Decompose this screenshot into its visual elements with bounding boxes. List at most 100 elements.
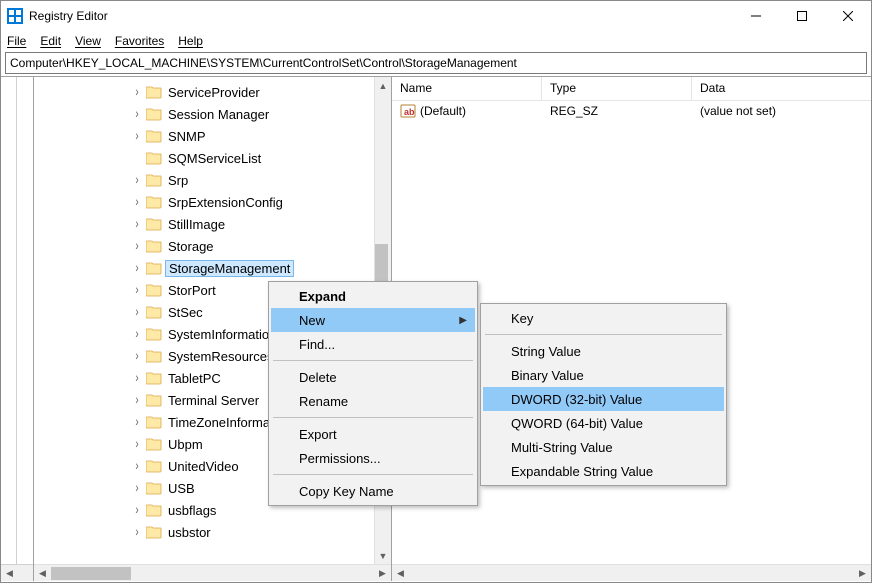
separator (273, 417, 473, 418)
folder-icon (146, 283, 162, 297)
tree-item[interactable]: ›usbstor (34, 521, 374, 543)
menu-file[interactable]: File (7, 34, 26, 48)
tree-item-label: SrpExtensionConfig (166, 195, 285, 210)
folder-icon (146, 173, 162, 187)
tree-item-label: USB (166, 481, 197, 496)
new-expandable-string[interactable]: Expandable String Value (483, 459, 724, 483)
folder-icon (146, 503, 162, 517)
tree-item[interactable]: › StorageManagement (34, 257, 374, 279)
window-title: Registry Editor (29, 9, 108, 23)
expand-chevron-icon[interactable]: › (130, 326, 144, 341)
col-header-data[interactable]: Data (692, 77, 871, 100)
ctx-expand[interactable]: Expand (271, 284, 475, 308)
expand-chevron-icon[interactable]: › (130, 370, 144, 385)
scrollbar-thumb[interactable] (51, 567, 131, 580)
ctx-copy-key-name[interactable]: Copy Key Name (271, 479, 475, 503)
expand-chevron-icon[interactable]: › (130, 436, 144, 451)
new-string[interactable]: String Value (483, 339, 724, 363)
ctx-new[interactable]: New ▶ (271, 308, 475, 332)
tree-item-label: Ubpm (166, 437, 205, 452)
scroll-right-icon[interactable]: ▶ (854, 565, 871, 581)
ctx-find[interactable]: Find... (271, 332, 475, 356)
list-scrollbar-horizontal[interactable]: ◀ ▶ (392, 564, 871, 581)
close-button[interactable] (825, 1, 871, 31)
new-key[interactable]: Key (483, 306, 724, 330)
tree-item[interactable]: › ServiceProvider (34, 81, 374, 103)
expand-chevron-icon[interactable]: › (130, 348, 144, 363)
ctx-rename[interactable]: Rename (271, 389, 475, 413)
new-multi-string[interactable]: Multi-String Value (483, 435, 724, 459)
folder-icon (146, 85, 162, 99)
separator (273, 360, 473, 361)
value-type: REG_SZ (542, 104, 692, 118)
tree-item[interactable]: ›StillImage (34, 213, 374, 235)
col-header-type[interactable]: Type (542, 77, 692, 100)
expand-chevron-icon[interactable]: › (130, 524, 144, 539)
new-qword[interactable]: QWORD (64-bit) Value (483, 411, 724, 435)
address-text: Computer\HKEY_LOCAL_MACHINE\SYSTEM\Curre… (10, 56, 517, 70)
col-header-name[interactable]: Name (392, 77, 542, 100)
expand-chevron-icon[interactable]: › (130, 414, 144, 429)
submenu-arrow-icon: ▶ (459, 315, 467, 326)
expand-chevron-icon[interactable]: › (130, 282, 144, 297)
tree-item-label: ServiceProvider (166, 85, 262, 100)
expand-chevron-icon[interactable]: › (130, 260, 144, 275)
expand-chevron-icon[interactable]: › (130, 194, 144, 209)
expand-chevron-icon[interactable]: › (130, 84, 144, 99)
ctx-new-label: New (299, 313, 325, 328)
tree-item[interactable]: › Storage (34, 235, 374, 257)
folder-icon (146, 305, 162, 319)
expand-chevron-icon[interactable]: › (130, 238, 144, 253)
expand-chevron-icon[interactable]: › (130, 106, 144, 121)
folder-icon (146, 349, 162, 363)
expand-chevron-icon[interactable]: › (130, 502, 144, 517)
expand-chevron-icon[interactable]: › (130, 304, 144, 319)
tree-item-label: StSec (166, 305, 205, 320)
ctx-delete[interactable]: Delete (271, 365, 475, 389)
folder-icon (146, 327, 162, 341)
folder-icon (146, 371, 162, 385)
maximize-button[interactable] (779, 1, 825, 31)
folder-icon (146, 393, 162, 407)
address-bar[interactable]: Computer\HKEY_LOCAL_MACHINE\SYSTEM\Curre… (5, 52, 867, 74)
regedit-icon (7, 8, 23, 24)
folder-icon (146, 459, 162, 473)
scroll-right-icon[interactable]: ▶ (374, 565, 391, 581)
scroll-left-icon[interactable]: ◀ (1, 565, 18, 581)
ctx-export[interactable]: Export (271, 422, 475, 446)
tree-item[interactable]: ›SNMP (34, 125, 374, 147)
list-row[interactable]: ab (Default) REG_SZ (value not set) (392, 101, 871, 121)
tree-item[interactable]: ›Srp (34, 169, 374, 191)
scroll-down-icon[interactable]: ▼ (375, 547, 391, 564)
new-dword[interactable]: DWORD (32-bit) Value (483, 387, 724, 411)
minimize-button[interactable] (733, 1, 779, 31)
tree-item-label: StorageManagement (165, 260, 294, 277)
new-binary[interactable]: Binary Value (483, 363, 724, 387)
ctx-permissions[interactable]: Permissions... (271, 446, 475, 470)
folder-icon (146, 525, 162, 539)
expand-chevron-icon[interactable]: › (130, 458, 144, 473)
menu-favorites[interactable]: Favorites (115, 34, 164, 48)
folder-icon (146, 437, 162, 451)
scroll-left-icon[interactable]: ◀ (392, 565, 409, 581)
tree-item-label: UnitedVideo (166, 459, 241, 474)
scroll-left-icon[interactable]: ◀ (34, 565, 51, 581)
separator (485, 334, 722, 335)
tree-item[interactable]: › SrpExtensionConfig (34, 191, 374, 213)
menu-help[interactable]: Help (178, 34, 203, 48)
menu-edit[interactable]: Edit (40, 34, 61, 48)
expand-chevron-icon[interactable]: › (130, 172, 144, 187)
scroll-up-icon[interactable]: ▲ (375, 77, 391, 94)
expand-chevron-icon[interactable]: › (130, 216, 144, 231)
expand-chevron-icon[interactable]: › (130, 480, 144, 495)
gutter-scroll-h[interactable]: ◀ (1, 564, 33, 581)
tree-scrollbar-horizontal[interactable]: ◀ ▶ (34, 564, 391, 581)
menu-view[interactable]: View (75, 34, 101, 48)
tree-item[interactable]: ›Session Manager (34, 103, 374, 125)
svg-text:ab: ab (404, 107, 415, 117)
tree-item-label: Storage (166, 239, 216, 254)
expand-chevron-icon[interactable]: › (130, 128, 144, 143)
new-submenu: Key String Value Binary Value DWORD (32-… (480, 303, 727, 486)
tree-item[interactable]: SQMServiceList (34, 147, 374, 169)
expand-chevron-icon[interactable]: › (130, 392, 144, 407)
